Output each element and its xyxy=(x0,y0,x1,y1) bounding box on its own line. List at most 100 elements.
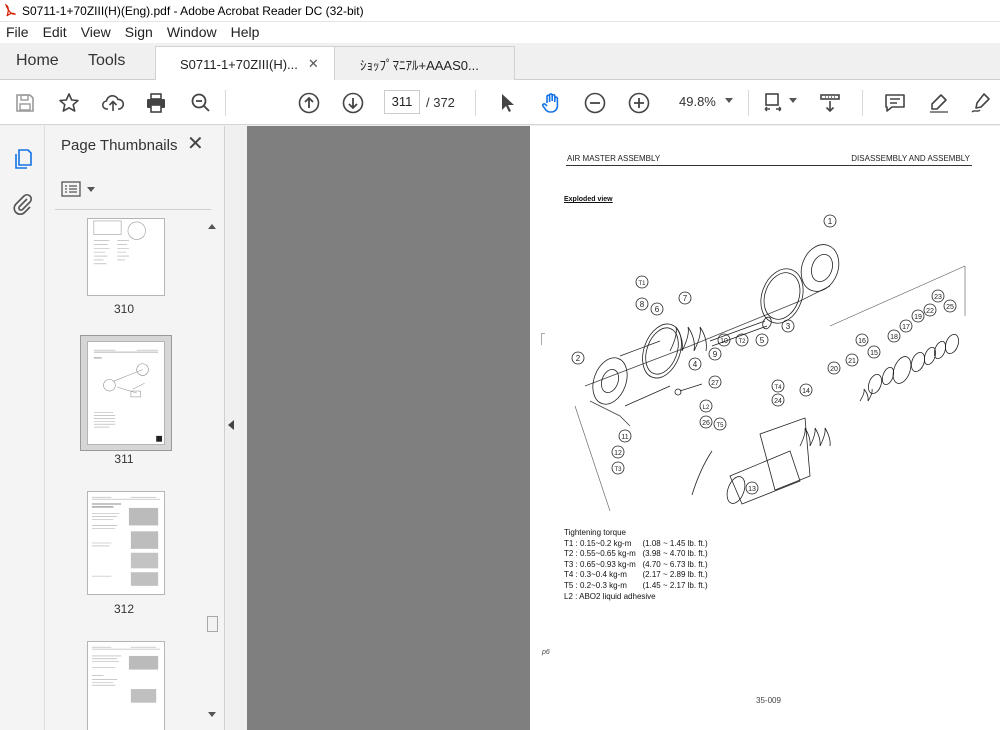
svg-text:24: 24 xyxy=(774,398,782,405)
exploded-view-diagram: 1 2 3 4 5 6 7 8 9 10 11 12 13 14 15 16 1 xyxy=(571,214,966,512)
torque-row: T1 : 0.15~0.2 kg-m (1.08 ~ 1.45 lb. ft.) xyxy=(564,538,708,548)
toolbar-separator xyxy=(475,90,476,116)
zoom-search-icon[interactable] xyxy=(188,90,214,116)
close-tab-icon[interactable]: ✕ xyxy=(308,56,319,72)
svg-text:T3: T3 xyxy=(614,467,622,473)
thumbnail-content xyxy=(93,220,146,265)
svg-text:25: 25 xyxy=(946,304,954,311)
svg-text:5: 5 xyxy=(760,336,765,345)
thumbnail-scrollbar[interactable] xyxy=(205,218,219,728)
svg-text:T1: T1 xyxy=(638,281,646,287)
thumbnail-page-current[interactable] xyxy=(87,341,165,445)
svg-text:3: 3 xyxy=(786,322,791,331)
torque-row: T2 : 0.55~0.65 kg-m (3.98 ~ 4.70 lb. ft.… xyxy=(564,549,708,559)
page-thumbnails-icon[interactable] xyxy=(10,146,36,172)
menu-window[interactable]: Window xyxy=(160,22,224,43)
thumbnail-page[interactable] xyxy=(87,491,165,595)
page-thumbnails-panel: Page Thumbnails ✕ 310 311 312 xyxy=(45,126,225,730)
collapse-panel-arrow-icon[interactable] xyxy=(228,420,234,430)
svg-text:23: 23 xyxy=(934,294,942,301)
left-navigation-rail xyxy=(0,126,45,730)
tab-bar: Home Tools S0711-1+70ZIII(H)... ✕ ｼｮｯﾌﾟﾏ… xyxy=(0,43,1000,81)
thumbnail-label: 311 xyxy=(114,452,134,466)
highlight-pen-icon[interactable] xyxy=(926,90,952,116)
svg-text:12: 12 xyxy=(614,450,622,457)
svg-text:22: 22 xyxy=(926,308,934,315)
pdf-app-icon xyxy=(4,3,16,16)
thumbnail-list[interactable]: 310 311 312 xyxy=(45,218,225,730)
tab-document-inactive[interactable]: ｼｮｯﾌﾟﾏﾆｱﾙ+AAAS0... xyxy=(335,46,515,81)
sign-pen-icon[interactable] xyxy=(968,90,994,116)
svg-text:T4: T4 xyxy=(774,385,782,391)
callout-markers xyxy=(571,214,957,495)
header-rule xyxy=(566,165,972,166)
svg-text:19: 19 xyxy=(914,314,922,321)
page-header-right: DISASSEMBLY AND ASSEMBLY xyxy=(851,154,970,163)
chevron-down-icon[interactable] xyxy=(789,98,797,103)
svg-text:16: 16 xyxy=(858,338,866,345)
svg-text:6: 6 xyxy=(655,305,660,314)
toolbar: 311 / 372 49.8% xyxy=(0,80,1000,125)
comment-icon[interactable] xyxy=(882,90,908,116)
svg-text:8: 8 xyxy=(640,300,645,309)
svg-text:1: 1 xyxy=(828,217,833,226)
scroll-mode-icon[interactable] xyxy=(817,90,843,116)
save-icon[interactable] xyxy=(12,90,38,116)
svg-text:7: 7 xyxy=(683,294,688,303)
page-header-left: AIR MASTER ASSEMBLY xyxy=(567,154,661,163)
attachment-paperclip-icon[interactable] xyxy=(10,191,36,217)
next-page-icon[interactable] xyxy=(340,90,366,116)
chevron-down-icon xyxy=(87,186,95,192)
menu-file[interactable]: File xyxy=(0,22,36,43)
zoom-out-icon[interactable] xyxy=(582,90,608,116)
tightening-torque-table: Tightening torque T1 : 0.15~0.2 kg-m (1.… xyxy=(564,528,708,602)
hand-tool-icon[interactable] xyxy=(538,90,564,116)
tab-tools[interactable]: Tools xyxy=(88,43,125,80)
pdf-page: AIR MASTER ASSEMBLY DISASSEMBLY AND ASSE… xyxy=(530,126,1000,730)
thumbnail-page[interactable] xyxy=(87,218,165,296)
svg-text:27: 27 xyxy=(711,380,719,387)
scroll-down-arrow-icon[interactable] xyxy=(208,712,216,717)
svg-text:21: 21 xyxy=(848,358,856,365)
page-fit-icon[interactable] xyxy=(760,90,786,116)
thumbnail-content xyxy=(91,496,161,586)
scrollbar-thumb[interactable] xyxy=(207,616,218,632)
menu-view[interactable]: View xyxy=(74,22,118,43)
window-title: S0711-1+70ZIII(H)(Eng).pdf - Adobe Acrob… xyxy=(22,3,364,18)
tab-home[interactable]: Home xyxy=(16,43,59,80)
panel-title: Page Thumbnails xyxy=(61,137,178,154)
tab-document-active[interactable]: S0711-1+70ZIII(H)... ✕ xyxy=(155,46,335,81)
svg-text:17: 17 xyxy=(902,324,910,331)
svg-text:2: 2 xyxy=(576,354,581,363)
thumbnail-page[interactable] xyxy=(87,641,165,730)
menu-help[interactable]: Help xyxy=(224,22,267,43)
menu-edit[interactable]: Edit xyxy=(36,22,74,43)
document-view[interactable]: AIR MASTER ASSEMBLY DISASSEMBLY AND ASSE… xyxy=(247,126,1000,730)
chevron-down-icon[interactable] xyxy=(725,98,733,103)
svg-text:15: 15 xyxy=(870,350,878,357)
menu-sign[interactable]: Sign xyxy=(118,22,160,43)
torque-title: Tightening torque xyxy=(564,528,626,537)
svg-text:18: 18 xyxy=(890,334,898,341)
print-icon[interactable] xyxy=(143,90,169,116)
acrobat-window: S0711-1+70ZIII(H)(Eng).pdf - Adobe Acrob… xyxy=(0,0,1000,730)
svg-text:14: 14 xyxy=(802,388,810,395)
toolbar-separator xyxy=(225,90,226,116)
svg-text:4: 4 xyxy=(693,360,698,369)
title-bar: S0711-1+70ZIII(H)(Eng).pdf - Adobe Acrob… xyxy=(0,0,1000,22)
svg-text:11: 11 xyxy=(621,434,628,441)
torque-row: L2 : ABO2 liquid adhesive xyxy=(564,591,656,601)
zoom-in-icon[interactable] xyxy=(626,90,652,116)
torque-row: T5 : 0.2~0.3 kg-m (1.45 ~ 2.17 lb. ft.) xyxy=(564,580,708,590)
previous-page-icon[interactable] xyxy=(296,90,322,116)
page-number-input[interactable]: 311 xyxy=(384,90,420,114)
margin-mark: p6 xyxy=(542,649,550,656)
thumbnail-options-button[interactable] xyxy=(61,180,97,198)
scroll-up-arrow-icon[interactable] xyxy=(208,224,216,229)
upload-cloud-icon[interactable] xyxy=(100,90,126,116)
bookmark-star-icon[interactable] xyxy=(56,90,82,116)
thumbnail-label: 312 xyxy=(113,602,135,616)
close-icon[interactable]: ✕ xyxy=(187,134,204,154)
page-total: / 372 xyxy=(426,95,455,110)
select-cursor-icon[interactable] xyxy=(494,90,520,116)
